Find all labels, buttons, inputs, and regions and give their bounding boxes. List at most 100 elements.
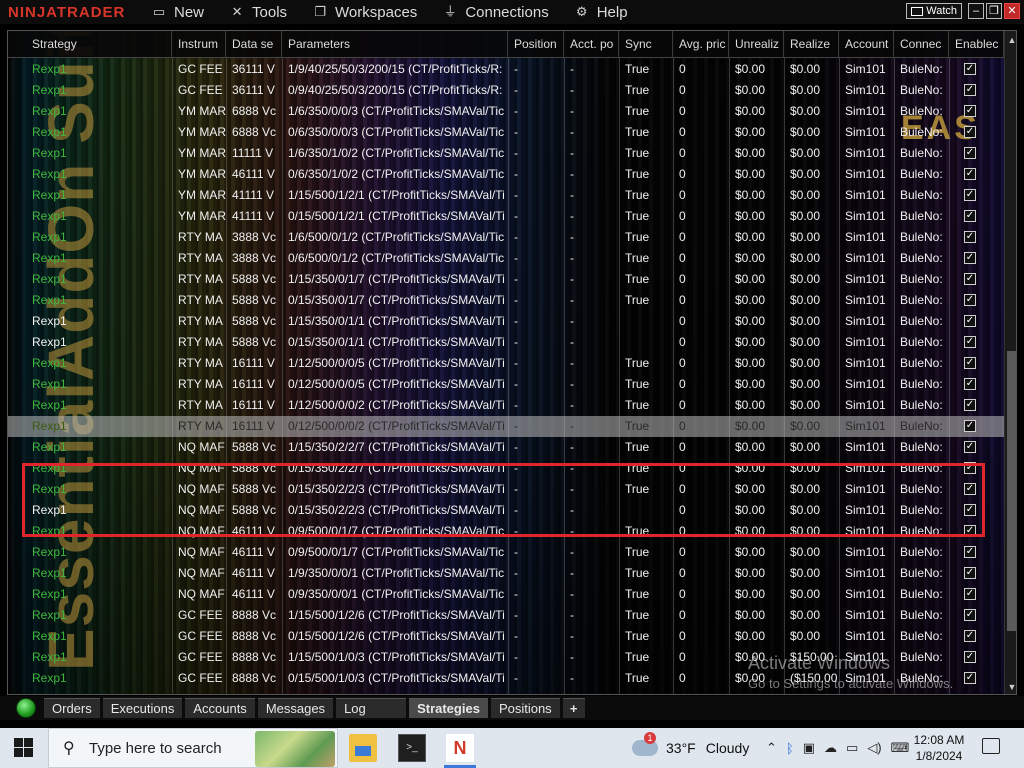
enabled-checkbox[interactable]: ✓ bbox=[964, 651, 976, 663]
table-row[interactable]: Rexp1 NQ MAF 46111 V 0/9/500/0/1/7 (CT/Prof… bbox=[8, 542, 1004, 563]
enabled-checkbox[interactable]: ✓ bbox=[964, 441, 976, 453]
table-row[interactable]: Rexp1 RTY MA 5888 Vc 0/15/350/0/1/1 (CT/Pro… bbox=[8, 332, 1004, 353]
minimize-button[interactable]: – bbox=[968, 3, 984, 19]
column-header-account[interactable]: Account bbox=[839, 31, 894, 58]
network-icon[interactable]: ▭ bbox=[846, 740, 858, 756]
table-row[interactable]: Rexp1 RTY MA 5888 Vc 1/15/350/0/1/1 (CT/Pro… bbox=[8, 311, 1004, 332]
enabled-checkbox[interactable]: ✓ bbox=[964, 273, 976, 285]
table-row[interactable]: Rexp1 GC FEE 36111 V 1/9/40/25/50/3/200/15 … bbox=[8, 59, 1004, 80]
enabled-checkbox[interactable]: ✓ bbox=[964, 126, 976, 138]
enabled-checkbox[interactable]: ✓ bbox=[964, 231, 976, 243]
table-row[interactable]: Rexp1 YM MAR 46111 V 0/6/350/1/0/2 (CT/Prof… bbox=[8, 164, 1004, 185]
bluetooth-icon[interactable]: ᛒ bbox=[786, 741, 794, 756]
onedrive-icon[interactable]: ☁ bbox=[824, 740, 837, 756]
table-row[interactable]: Rexp1 YM MAR 41111 V 0/15/500/1/2/1 (CT/Pro… bbox=[8, 206, 1004, 227]
enabled-checkbox[interactable]: ✓ bbox=[964, 399, 976, 411]
enabled-checkbox[interactable]: ✓ bbox=[964, 420, 976, 432]
chevron-up-icon[interactable]: ⌃ bbox=[766, 740, 777, 756]
menu-help[interactable]: ⚙ Help bbox=[573, 4, 628, 21]
scroll-down-icon[interactable]: ▼ bbox=[1005, 680, 1016, 694]
enabled-checkbox[interactable]: ✓ bbox=[964, 672, 976, 684]
restore-button[interactable]: ❐ bbox=[986, 3, 1002, 19]
cell-account: Sim101 bbox=[845, 188, 886, 202]
ime-icon[interactable]: ⌨ bbox=[891, 740, 910, 756]
meet-icon[interactable]: ▣ bbox=[803, 740, 815, 756]
column-header-strategy[interactable]: Strategy bbox=[8, 31, 172, 58]
table-row[interactable]: Rexp1 NQ MAF 46111 V 1/9/350/0/0/1 (CT/Prof… bbox=[8, 563, 1004, 584]
enabled-checkbox[interactable]: ✓ bbox=[964, 63, 976, 75]
table-row[interactable]: Rexp1 RTY MA 3888 Vc 0/6/500/0/1/2 (CT/Prof… bbox=[8, 248, 1004, 269]
enabled-checkbox[interactable]: ✓ bbox=[964, 546, 976, 558]
table-row[interactable]: Rexp1 GC FEE 8888 Vc 1/15/500/1/2/6 (CT/Pro… bbox=[8, 605, 1004, 626]
table-row[interactable]: Rexp1 RTY MA 16111 V 1/12/500/0/0/5 (CT/Pro… bbox=[8, 353, 1004, 374]
table-row[interactable]: Rexp1 YM MAR 11111 V 1/6/350/1/0/2 (CT/Prof… bbox=[8, 143, 1004, 164]
table-row[interactable]: Rexp1 GC FEE 36111 V 0/9/40/25/50/3/200/15 … bbox=[8, 80, 1004, 101]
table-row[interactable]: Rexp1 RTY MA 16111 V 0/12/500/0/0/2 (CT/Pro… bbox=[8, 416, 1004, 437]
enabled-checkbox[interactable]: ✓ bbox=[964, 609, 976, 621]
enabled-checkbox[interactable]: ✓ bbox=[964, 147, 976, 159]
enabled-checkbox[interactable]: ✓ bbox=[964, 336, 976, 348]
column-header-instrument[interactable]: Instrum bbox=[172, 31, 226, 58]
tab-accounts[interactable]: Accounts bbox=[185, 698, 255, 718]
vertical-scrollbar[interactable]: ▲ ▼ bbox=[1004, 31, 1016, 694]
table-row[interactable]: Rexp1 RTY MA 16111 V 0/12/500/0/0/5 (CT/Pro… bbox=[8, 374, 1004, 395]
weather-widget[interactable]: 1 33°F Cloudy bbox=[632, 728, 749, 768]
menu-connections[interactable]: ⏚ Connections bbox=[441, 4, 549, 21]
enabled-checkbox[interactable]: ✓ bbox=[964, 168, 976, 180]
table-row[interactable]: Rexp1 YM MAR 6888 Vc 0/6/350/0/0/3 (CT/Prof… bbox=[8, 122, 1004, 143]
column-header-avg-price[interactable]: Avg. pric bbox=[673, 31, 729, 58]
scrollbar-thumb[interactable] bbox=[1007, 351, 1016, 631]
tab-messages[interactable]: Messages bbox=[257, 698, 334, 718]
table-row[interactable]: Rexp1 RTY MA 16111 V 1/12/500/0/0/2 (CT/Pro… bbox=[8, 395, 1004, 416]
column-header-unrealized[interactable]: Unrealiz bbox=[729, 31, 784, 58]
tab-log[interactable]: Log bbox=[336, 698, 407, 718]
enabled-checkbox[interactable]: ✓ bbox=[964, 567, 976, 579]
enabled-checkbox[interactable]: ✓ bbox=[964, 105, 976, 117]
enabled-checkbox[interactable]: ✓ bbox=[964, 357, 976, 369]
volume-icon[interactable]: ◁) bbox=[867, 740, 881, 756]
column-header-realized[interactable]: Realize bbox=[784, 31, 839, 58]
tab-strategies[interactable]: Strategies bbox=[409, 698, 488, 718]
column-header-connection[interactable]: Connec bbox=[894, 31, 949, 58]
tab-orders[interactable]: Orders bbox=[44, 698, 100, 718]
tab-executions[interactable]: Executions bbox=[102, 698, 183, 718]
column-header-parameters[interactable]: Parameters bbox=[282, 31, 508, 58]
column-header-position[interactable]: Position bbox=[508, 31, 564, 58]
table-row[interactable]: Rexp1 GC FEE 8888 Vc 0/15/500/1/2/6 (CT/Pro… bbox=[8, 626, 1004, 647]
column-header-enabled[interactable]: Enablec bbox=[949, 31, 1004, 58]
taskbar-clock[interactable]: 12:08 AM 1/8/2024 bbox=[908, 732, 970, 764]
table-row[interactable]: Rexp1 RTY MA 5888 Vc 1/15/350/0/1/7 (CT/Pro… bbox=[8, 269, 1004, 290]
enabled-checkbox[interactable]: ✓ bbox=[964, 294, 976, 306]
enabled-checkbox[interactable]: ✓ bbox=[964, 84, 976, 96]
table-row[interactable]: Rexp1 RTY MA 3888 Vc 1/6/500/0/1/2 (CT/Prof… bbox=[8, 227, 1004, 248]
menu-tools[interactable]: ✕ Tools bbox=[228, 4, 287, 21]
table-row[interactable]: Rexp1 NQ MAF 46111 V 0/9/350/0/0/1 (CT/Prof… bbox=[8, 584, 1004, 605]
enabled-checkbox[interactable]: ✓ bbox=[964, 378, 976, 390]
table-row[interactable]: Rexp1 YM MAR 41111 V 1/15/500/1/2/1 (CT/Pro… bbox=[8, 185, 1004, 206]
ninjatrader-icon[interactable]: N bbox=[446, 734, 474, 762]
terminal-icon[interactable]: >_ bbox=[398, 734, 426, 762]
enabled-checkbox[interactable]: ✓ bbox=[964, 315, 976, 327]
menu-workspaces[interactable]: ❐ Workspaces bbox=[311, 4, 417, 21]
enabled-checkbox[interactable]: ✓ bbox=[964, 210, 976, 222]
column-header-data-series[interactable]: Data se bbox=[226, 31, 282, 58]
table-row[interactable]: Rexp1 NQ MAF 5888 Vc 1/15/350/2/2/7 (CT/Pro… bbox=[8, 437, 1004, 458]
close-button[interactable]: ✕ bbox=[1004, 3, 1020, 19]
enabled-checkbox[interactable]: ✓ bbox=[964, 588, 976, 600]
windows-start-icon[interactable] bbox=[14, 738, 34, 758]
file-explorer-icon[interactable] bbox=[349, 734, 377, 762]
watch-button[interactable]: Watch bbox=[906, 3, 962, 19]
table-row[interactable]: Rexp1 RTY MA 5888 Vc 0/15/350/0/1/7 (CT/Pro… bbox=[8, 290, 1004, 311]
scroll-up-icon[interactable]: ▲ bbox=[1005, 33, 1016, 47]
tab-positions[interactable]: Positions bbox=[490, 698, 560, 718]
column-header-sync[interactable]: Sync bbox=[619, 31, 673, 58]
enabled-checkbox[interactable]: ✓ bbox=[964, 189, 976, 201]
enabled-checkbox[interactable]: ✓ bbox=[964, 630, 976, 642]
add-tab-button[interactable]: + bbox=[562, 698, 585, 718]
menu-new[interactable]: ▭ New bbox=[150, 4, 204, 21]
table-row[interactable]: Rexp1 YM MAR 6888 Vc 1/6/350/0/0/3 (CT/Prof… bbox=[8, 101, 1004, 122]
notification-icon[interactable] bbox=[982, 738, 1000, 754]
column-header-account-position[interactable]: Acct. po bbox=[564, 31, 619, 58]
taskbar-search[interactable]: ⚲ Type here to search bbox=[48, 728, 338, 768]
enabled-checkbox[interactable]: ✓ bbox=[964, 252, 976, 264]
